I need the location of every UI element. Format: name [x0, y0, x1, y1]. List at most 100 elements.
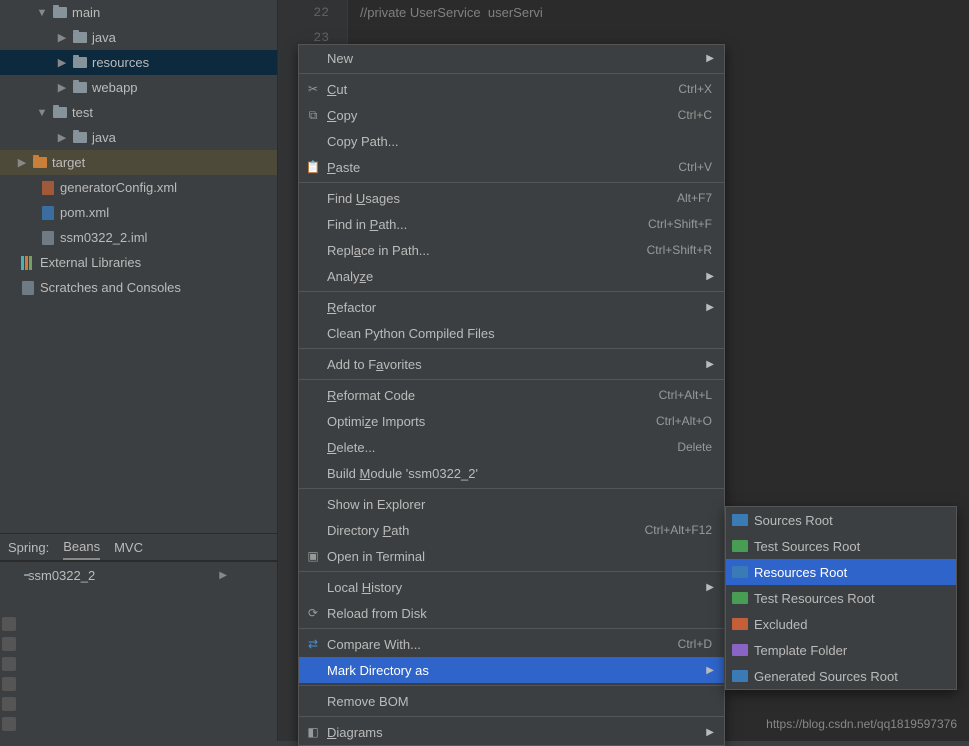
menu-optimize[interactable]: Optimize ImportsCtrl+Alt+O: [299, 408, 724, 434]
menu-new[interactable]: New▶: [299, 45, 724, 71]
menu-separator: [299, 571, 724, 572]
spring-panel: ssm0322_2 ▶: [0, 561, 277, 741]
tree-item-iml[interactable]: ssm0322_2.iml: [0, 225, 277, 250]
menu-cut[interactable]: ✂CutCtrl+X: [299, 76, 724, 102]
menu-separator: [299, 348, 724, 349]
copy-icon: ⧉: [305, 107, 321, 123]
menu-separator: [299, 488, 724, 489]
spring-toolbar: Spring: Beans MVC: [0, 533, 277, 561]
chevron-right-icon: ▶: [56, 56, 68, 69]
chevron-right-icon: ▶: [706, 727, 714, 738]
menu-separator: [299, 716, 724, 717]
menu-add-favorites[interactable]: Add to Favorites▶: [299, 351, 724, 377]
menu-copy[interactable]: ⧉CopyCtrl+C: [299, 102, 724, 128]
resources-root-icon: [732, 566, 748, 578]
chevron-right-icon: ▶: [56, 81, 68, 94]
spring-project-node[interactable]: ssm0322_2 ▶: [24, 568, 227, 583]
submenu-sources-root[interactable]: Sources Root: [726, 507, 956, 533]
submenu-resources-root[interactable]: Resources Root: [726, 559, 956, 585]
chevron-right-icon: ▶: [16, 156, 28, 169]
folder-icon: [53, 7, 67, 18]
menu-find-usages[interactable]: Find UsagesAlt+F7: [299, 185, 724, 211]
maven-file-icon: [42, 206, 54, 220]
chevron-right-icon: ▶: [56, 131, 68, 144]
tree-item-scratches[interactable]: Scratches and Consoles: [0, 275, 277, 300]
cut-icon: ✂: [305, 81, 321, 97]
menu-refactor[interactable]: Refactor▶: [299, 294, 724, 320]
tool-icon[interactable]: [2, 677, 16, 691]
menu-mark-directory[interactable]: Mark Directory as▶: [299, 657, 724, 683]
tree-item-main[interactable]: ▼main: [0, 0, 277, 25]
menu-local-history[interactable]: Local History▶: [299, 574, 724, 600]
menu-diagrams[interactable]: ◧Diagrams▶: [299, 719, 724, 745]
menu-compare-with[interactable]: ⇄Compare With...Ctrl+D: [299, 631, 724, 657]
chevron-right-icon: ▶: [219, 570, 227, 581]
tool-icon[interactable]: [2, 697, 16, 711]
folder-icon: [73, 132, 87, 143]
folder-icon: [73, 57, 87, 68]
menu-analyze[interactable]: Analyze▶: [299, 263, 724, 289]
tree-item-test[interactable]: ▼test: [0, 100, 277, 125]
menu-delete[interactable]: Delete...Delete: [299, 434, 724, 460]
chevron-right-icon: ▶: [706, 271, 714, 282]
chevron-right-icon: ▶: [706, 53, 714, 64]
tree-item-webapp[interactable]: ▶webapp: [0, 75, 277, 100]
menu-paste[interactable]: 📋PasteCtrl+V: [299, 154, 724, 180]
menu-separator: [299, 291, 724, 292]
submenu-test-sources-root[interactable]: Test Sources Root: [726, 533, 956, 559]
tool-icon[interactable]: [2, 717, 16, 731]
menu-reload-disk[interactable]: ⟳Reload from Disk: [299, 600, 724, 626]
submenu-generated-sources-root[interactable]: Generated Sources Root: [726, 663, 956, 689]
tab-mvc[interactable]: MVC: [114, 536, 143, 559]
menu-directory-path[interactable]: Directory PathCtrl+Alt+F12: [299, 517, 724, 543]
tree-item-external-libraries[interactable]: External Libraries: [0, 250, 277, 275]
reload-icon: ⟳: [305, 605, 321, 621]
tool-icon[interactable]: [2, 637, 16, 651]
menu-remove-bom[interactable]: Remove BOM: [299, 688, 724, 714]
menu-separator: [299, 73, 724, 74]
project-tree[interactable]: ▼main ▶java ▶resources ▶webapp ▼test ▶ja…: [0, 0, 277, 533]
terminal-icon: ▣: [305, 548, 321, 564]
chevron-right-icon: ▶: [56, 31, 68, 44]
menu-build-module[interactable]: Build Module 'ssm0322_2': [299, 460, 724, 486]
folder-icon: [33, 157, 47, 168]
tree-item-resources[interactable]: ▶resources: [0, 50, 277, 75]
tree-item-generator-config[interactable]: generatorConfig.xml: [0, 175, 277, 200]
tree-item-target[interactable]: ▶target: [0, 150, 277, 175]
tree-item-java2[interactable]: ▶java: [0, 125, 277, 150]
folder-icon: [53, 107, 67, 118]
chevron-right-icon: ▶: [706, 359, 714, 370]
library-icon: [21, 256, 35, 270]
menu-separator: [299, 685, 724, 686]
generated-sources-root-icon: [732, 670, 748, 682]
test-sources-root-icon: [732, 540, 748, 552]
chevron-right-icon: ▶: [706, 302, 714, 313]
folder-icon: [73, 32, 87, 43]
menu-open-terminal[interactable]: ▣Open in Terminal: [299, 543, 724, 569]
tool-icon[interactable]: [2, 657, 16, 671]
paste-icon: 📋: [305, 159, 321, 175]
project-sidebar: ▼main ▶java ▶resources ▶webapp ▼test ▶ja…: [0, 0, 278, 741]
menu-replace-in-path[interactable]: Replace in Path...Ctrl+Shift+R: [299, 237, 724, 263]
tree-item-java[interactable]: ▶java: [0, 25, 277, 50]
menu-reformat[interactable]: Reformat CodeCtrl+Alt+L: [299, 382, 724, 408]
context-menu: New▶ ✂CutCtrl+X ⧉CopyCtrl+C Copy Path...…: [298, 44, 725, 746]
tab-beans[interactable]: Beans: [63, 535, 100, 560]
menu-copy-path[interactable]: Copy Path...: [299, 128, 724, 154]
tree-item-pom[interactable]: pom.xml: [0, 200, 277, 225]
chevron-down-icon: ▼: [36, 7, 48, 19]
submenu-excluded[interactable]: Excluded: [726, 611, 956, 637]
submenu-test-resources-root[interactable]: Test Resources Root: [726, 585, 956, 611]
menu-clean-python[interactable]: Clean Python Compiled Files: [299, 320, 724, 346]
menu-find-in-path[interactable]: Find in Path...Ctrl+Shift+F: [299, 211, 724, 237]
menu-show-explorer[interactable]: Show in Explorer: [299, 491, 724, 517]
tool-icon[interactable]: [2, 617, 16, 631]
spring-label: Spring:: [8, 540, 49, 555]
xml-file-icon: [42, 181, 54, 195]
submenu-template-folder[interactable]: Template Folder: [726, 637, 956, 663]
menu-separator: [299, 628, 724, 629]
scratches-icon: [22, 281, 34, 295]
code-text: //private UserService userServi: [360, 5, 543, 20]
menu-separator: [299, 379, 724, 380]
diagram-icon: ◧: [305, 724, 321, 740]
